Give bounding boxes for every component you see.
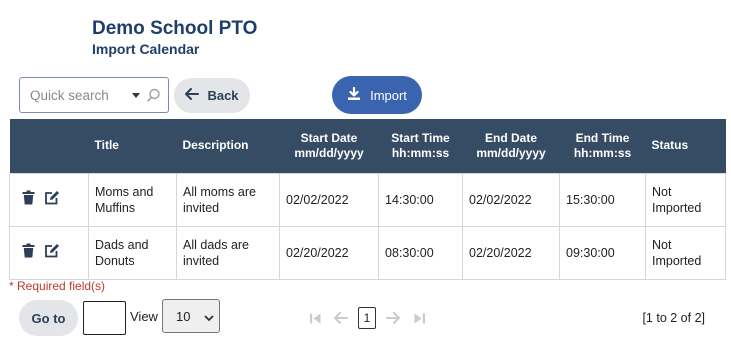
row-actions <box>9 172 89 227</box>
cell-status: Not Imported <box>645 225 726 280</box>
row-actions <box>9 225 89 280</box>
import-label: Import <box>370 87 407 103</box>
go-to-button[interactable]: Go to <box>19 300 78 336</box>
arrow-left-icon <box>185 88 200 103</box>
table-row: Moms and Muffins All moms are invited 02/0… <box>9 172 726 227</box>
go-to-page-input[interactable] <box>83 301 126 335</box>
table-row: Dads and Donuts All dads are invited 02/20… <box>9 225 726 280</box>
view-label: View <box>130 309 158 324</box>
search-icon[interactable] <box>146 88 161 108</box>
calendar-import-table: Title Description Start Date mm/dd/yyyy S… <box>9 119 726 280</box>
table-header-row: Title Description Start Date mm/dd/yyyy S… <box>9 119 726 173</box>
column-header-status[interactable]: Status <box>645 119 726 173</box>
trash-icon[interactable] <box>22 190 35 209</box>
page-size-value: 10 <box>176 309 191 324</box>
cell-end-time: 15:30:00 <box>559 172 646 227</box>
page-size-select[interactable]: 10 <box>162 299 220 333</box>
column-header-title[interactable]: Title <box>88 119 177 173</box>
cell-start-time: 08:30:00 <box>378 225 463 280</box>
cell-start-date: 02/20/2022 <box>279 225 379 280</box>
go-to-label: Go to <box>31 310 66 326</box>
trash-icon[interactable] <box>22 243 35 262</box>
edit-icon[interactable] <box>44 243 60 262</box>
prev-page-icon[interactable] <box>332 309 350 327</box>
edit-icon[interactable] <box>44 190 60 209</box>
record-range: [1 to 2 of 2] <box>642 311 705 325</box>
column-header-start-date[interactable]: Start Date mm/dd/yyyy <box>279 119 379 173</box>
cell-start-date: 02/02/2022 <box>279 172 379 227</box>
chevron-down-icon <box>204 310 214 325</box>
search-dropdown-caret-icon[interactable] <box>132 93 140 98</box>
cell-title: Moms and Muffins <box>88 172 177 227</box>
column-header-end-time[interactable]: End Time hh:mm:ss <box>559 119 646 173</box>
current-page[interactable]: 1 <box>358 307 376 329</box>
cell-description: All dads are invited <box>176 225 280 280</box>
cell-status: Not Imported <box>645 172 726 227</box>
first-page-icon[interactable] <box>306 309 324 327</box>
cell-title: Dads and Donuts <box>88 225 177 280</box>
import-button[interactable]: Import <box>332 76 422 114</box>
cell-end-time: 09:30:00 <box>559 225 646 280</box>
search-placeholder: Quick search <box>30 88 109 103</box>
column-header-end-date[interactable]: End Date mm/dd/yyyy <box>462 119 560 173</box>
pagination: 1 <box>306 306 428 330</box>
column-header-actions <box>9 119 89 173</box>
org-name: Demo School PTO <box>92 18 258 39</box>
quick-search-input[interactable]: Quick search <box>19 77 169 113</box>
back-button[interactable]: Back <box>174 78 250 113</box>
back-label: Back <box>207 88 239 103</box>
cell-end-date: 02/20/2022 <box>462 225 560 280</box>
page-title: Import Calendar <box>92 41 200 57</box>
last-page-icon[interactable] <box>410 309 428 327</box>
column-header-start-time[interactable]: Start Time hh:mm:ss <box>378 119 463 173</box>
cell-start-time: 14:30:00 <box>378 172 463 227</box>
download-icon <box>347 86 361 104</box>
required-fields-note: * Required field(s) <box>9 279 106 293</box>
column-header-description[interactable]: Description <box>176 119 280 173</box>
next-page-icon[interactable] <box>384 309 402 327</box>
cell-end-date: 02/02/2022 <box>462 172 560 227</box>
cell-description: All moms are invited <box>176 172 280 227</box>
